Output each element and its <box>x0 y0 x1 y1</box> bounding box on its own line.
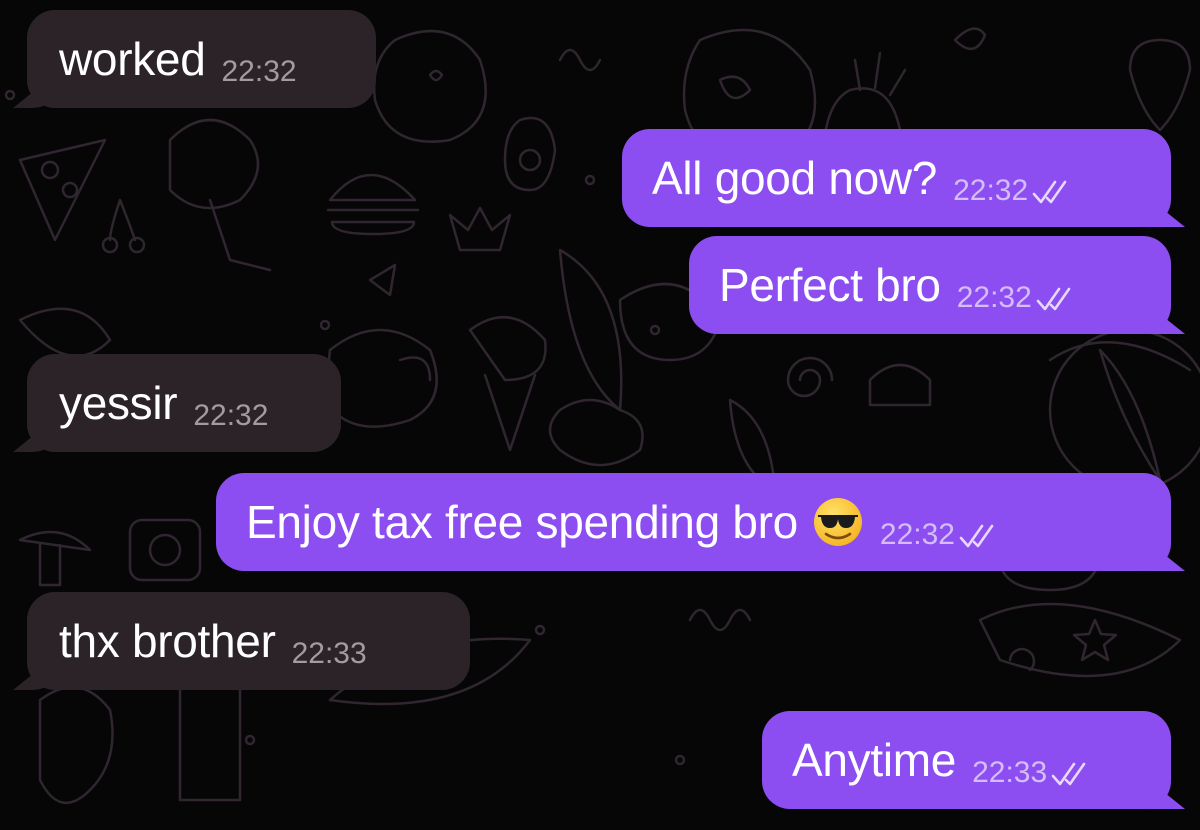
chat-view[interactable]: worked 22:32 All good now? 22:32 Perfect… <box>0 0 1200 830</box>
message-text: Anytime <box>792 734 957 786</box>
message-meta: 22:33 <box>292 638 367 670</box>
message-bubble-outgoing[interactable]: Enjoy tax free spending bro 22:32 <box>216 473 1171 571</box>
message-meta: 22:32 <box>957 282 1076 314</box>
message-text: yessir <box>59 377 178 429</box>
message-bubble-outgoing[interactable]: All good now? 22:32 <box>622 129 1171 227</box>
message-bubble-incoming[interactable]: yessir 22:32 <box>27 354 341 452</box>
message-bubble-incoming[interactable]: worked 22:32 <box>27 10 376 108</box>
message-bubble-incoming[interactable]: thx brother 22:33 <box>27 592 470 690</box>
message-content: Enjoy tax free spending bro <box>246 496 864 548</box>
message-meta: 22:32 <box>953 175 1072 207</box>
message-time: 22:33 <box>291 637 367 670</box>
message-time: 22:32 <box>221 55 297 88</box>
message-time: 22:32 <box>879 518 955 551</box>
message-text: All good now? <box>652 152 938 204</box>
message-bubble-outgoing[interactable]: Anytime 22:33 <box>762 711 1171 809</box>
sunglasses-emoji-icon <box>813 498 862 546</box>
message-time: 22:32 <box>953 174 1029 207</box>
message-time: 22:32 <box>193 399 269 432</box>
double-check-icon <box>959 524 994 548</box>
message-meta: 22:32 <box>222 56 297 88</box>
message-time: 22:33 <box>972 756 1048 789</box>
message-meta: 22:32 <box>880 519 999 551</box>
double-check-icon <box>1036 287 1071 311</box>
message-bubble-outgoing[interactable]: Perfect bro 22:32 <box>689 236 1171 334</box>
message-text: Perfect bro <box>719 259 941 311</box>
double-check-icon <box>1032 180 1067 204</box>
message-text: worked <box>59 33 206 85</box>
message-text: thx brother <box>59 615 276 667</box>
message-text: Enjoy tax free spending bro <box>246 496 798 548</box>
message-meta: 22:33 <box>972 757 1091 789</box>
message-time: 22:32 <box>956 281 1032 314</box>
message-meta: 22:32 <box>193 400 268 432</box>
double-check-icon <box>1051 762 1086 786</box>
